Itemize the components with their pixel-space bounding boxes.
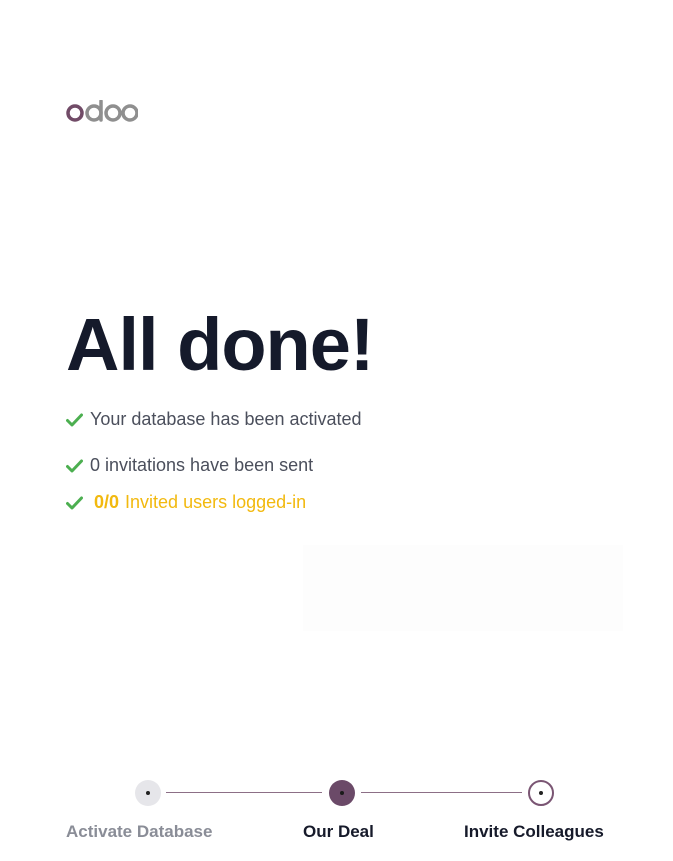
odoo-logo-mark [66,100,138,122]
checklist-item-text: 0 invitations have been sent [90,455,314,475]
check-icon [66,413,83,426]
step-connector [361,792,522,793]
check-icon [66,459,83,472]
checklist-item-text: Invited users logged-in [125,492,307,512]
step-dot-icon [146,791,150,795]
step-dot-icon [340,791,344,795]
step-indicator-invite-colleagues[interactable] [528,780,554,806]
check-icon [66,496,83,509]
checklist-item-users-logged-in: 0/0 Invited users logged-in [66,492,306,513]
odoo-logo [66,100,138,126]
step-label-activate-database[interactable]: Activate Database [66,822,212,842]
step-indicator-our-deal[interactable] [329,780,355,806]
page-title: All done! [66,303,375,386]
step-label-our-deal[interactable]: Our Deal [303,822,374,842]
step-connector [166,792,322,793]
step-dot-icon [539,791,543,795]
checklist-item-invitations-sent: 0 invitations have been sent [66,455,313,476]
logged-in-count: 0/0 [94,492,120,512]
step-label-invite-colleagues[interactable]: Invite Colleagues [464,822,604,842]
checklist-item-database-activated: Your database has been activated [66,409,362,430]
step-indicator-activate-database[interactable] [135,780,161,806]
onboarding-stepper: Activate Database Our Deal Invite Collea… [0,780,673,850]
blank-panel [303,545,623,631]
checklist-item-text: Your database has been activated [90,409,362,429]
